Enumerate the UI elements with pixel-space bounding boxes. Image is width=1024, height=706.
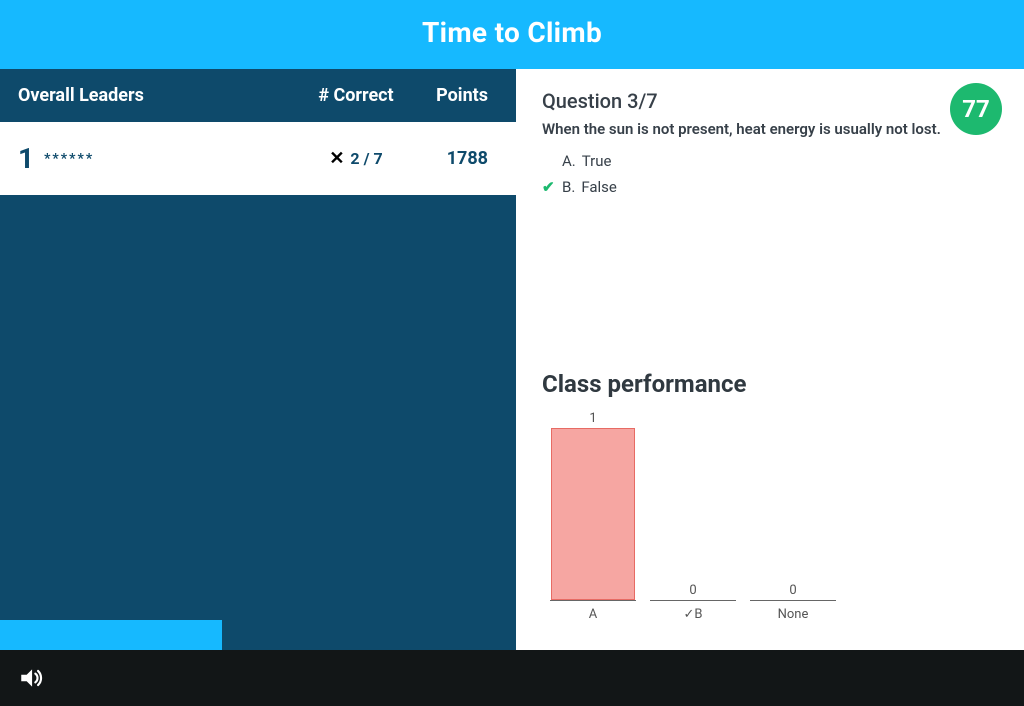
chart-bar: 0 ✓B: [650, 583, 736, 622]
score-badge: 77: [950, 83, 1002, 135]
chart-bar-value: 1: [589, 411, 596, 426]
leaderboard-col-correct: # Correct: [296, 85, 416, 106]
chart-bar: 0 None: [750, 583, 836, 622]
leaderboard-title: Overall Leaders: [18, 85, 296, 106]
footer-bar: [0, 650, 1024, 706]
rank-number: 1: [18, 142, 34, 175]
answer-letter: B.: [562, 178, 575, 196]
chart-bar: 1A: [550, 411, 636, 622]
chart-bar-label: ✓B: [684, 607, 703, 622]
chart-axis-line: [650, 600, 736, 601]
answer-option[interactable]: ✔ B. False: [542, 174, 998, 200]
main-content: Overall Leaders # Correct Points 1 *****…: [0, 69, 1024, 650]
check-icon: ✔: [542, 178, 556, 196]
answer-text: False: [581, 178, 617, 196]
leaderboard-rows: 1 ****** ✕ 2 / 7 1788: [0, 122, 516, 195]
points-value: 1788: [416, 148, 496, 169]
chart-bar-rect: [551, 428, 635, 600]
question-text: When the sun is not present, heat energy…: [542, 119, 952, 140]
chart-axis-line: [750, 600, 836, 601]
answer-letter: A.: [562, 152, 576, 170]
correct-cell: ✕ 2 / 7: [296, 148, 416, 169]
question-number: Question 3/7: [542, 89, 998, 113]
correct-value: 2 / 7: [350, 149, 382, 168]
page-title: Time to Climb: [422, 16, 602, 49]
leaderboard-col-points: Points: [416, 85, 496, 106]
sound-icon: [18, 665, 44, 691]
chart-bar-label: A: [589, 607, 597, 622]
leaderboard-header: Overall Leaders # Correct Points: [0, 69, 516, 122]
page-header: Time to Climb: [0, 0, 1024, 69]
chart-bar-label: None: [778, 607, 809, 622]
leaderboard-panel: Overall Leaders # Correct Points 1 *****…: [0, 69, 516, 650]
player-name: ******: [44, 151, 296, 167]
wrong-icon: ✕: [329, 148, 344, 169]
question-panel: 77 Question 3/7 When the sun is not pres…: [516, 69, 1024, 650]
progress-bar: [0, 620, 222, 650]
answer-option[interactable]: A. True: [542, 148, 998, 174]
class-performance-chart: 1A0✓B0None: [550, 422, 998, 622]
sound-toggle-button[interactable]: [18, 665, 44, 691]
chart-bar-value: 0: [689, 583, 696, 598]
chart-bar-value: 0: [789, 583, 796, 598]
leaderboard-row[interactable]: 1 ****** ✕ 2 / 7 1788: [0, 122, 516, 195]
answer-list: A. True ✔ B. False: [542, 148, 998, 200]
class-performance-title: Class performance: [542, 370, 998, 398]
chart-axis-line: [550, 600, 636, 601]
answer-text: True: [582, 152, 612, 170]
score-value: 77: [962, 95, 990, 123]
